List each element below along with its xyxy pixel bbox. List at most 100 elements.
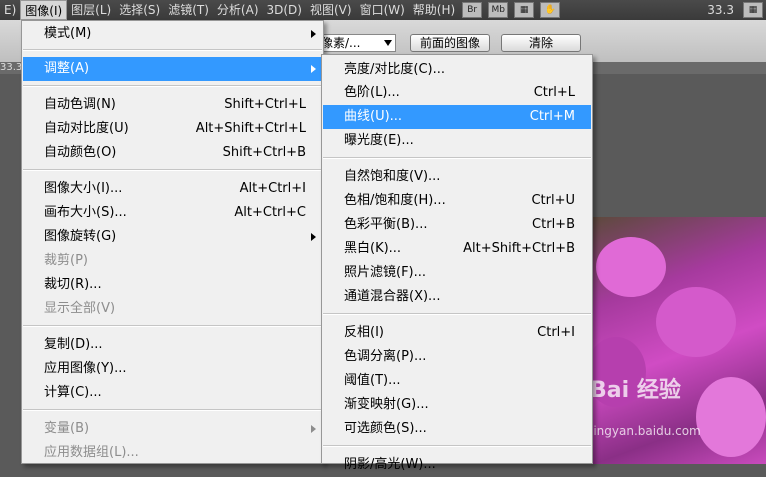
menu-item-invert[interactable]: 反相(I) Ctrl+I bbox=[323, 321, 591, 345]
menu-help[interactable]: 帮助(H) bbox=[409, 0, 459, 20]
menu-item-shortcut: Ctrl+I bbox=[537, 325, 575, 340]
menu-item-label: 可选颜色(S)... bbox=[344, 421, 427, 436]
sample-size-value: 像素/... bbox=[321, 36, 361, 50]
menu-item-black-white[interactable]: 黑白(K)... Alt+Shift+Ctrl+B bbox=[323, 237, 591, 261]
menu-item-label: 图像旋转(G) bbox=[44, 229, 117, 244]
menu-separator bbox=[23, 49, 322, 51]
menu-item-label: 照片滤镜(F)... bbox=[344, 265, 427, 280]
menu-item-gradient-map[interactable]: 渐变映射(G)... bbox=[323, 393, 591, 417]
menu-item-trim[interactable]: 裁切(R)... bbox=[23, 273, 322, 297]
submenu-arrow-icon bbox=[311, 65, 316, 73]
menu-item-selective-color[interactable]: 可选颜色(S)... bbox=[323, 417, 591, 441]
menu-view[interactable]: 视图(V) bbox=[306, 0, 356, 20]
menu-item-label: 色调分离(P)... bbox=[344, 349, 427, 364]
menu-layer[interactable]: 图层(L) bbox=[67, 0, 115, 20]
menu-select[interactable]: 选择(S) bbox=[115, 0, 164, 20]
clear-button[interactable]: 清除 bbox=[501, 34, 581, 52]
menu-item-shortcut: Alt+Ctrl+I bbox=[239, 181, 306, 196]
menu-item-label: 阈值(T)... bbox=[344, 373, 401, 388]
menu-item-exposure[interactable]: 曝光度(E)... bbox=[323, 129, 591, 153]
menu-item-label: 阴影/高光(W)... bbox=[344, 457, 436, 472]
menu-separator bbox=[323, 445, 591, 447]
menu-edit[interactable]: E) bbox=[0, 0, 20, 20]
menu-item-label: 黑白(K)... bbox=[344, 241, 402, 256]
arrange-documents-icon[interactable]: ▦ bbox=[743, 2, 763, 18]
menu-item-hue-saturation[interactable]: 色相/饱和度(H)... Ctrl+U bbox=[323, 189, 591, 213]
menu-item-canvas-size[interactable]: 画布大小(S)... Alt+Ctrl+C bbox=[23, 201, 322, 225]
menu-item-shortcut: Ctrl+M bbox=[529, 109, 575, 124]
zoom-level[interactable]: 33.3 bbox=[707, 3, 734, 17]
menu-item-shortcut: Shift+Ctrl+B bbox=[222, 145, 306, 160]
menu-item-label: 画布大小(S)... bbox=[44, 205, 127, 220]
watermark-url: jingyan.baidu.com bbox=[590, 424, 701, 438]
chevron-down-icon bbox=[384, 40, 392, 46]
menu-item-threshold[interactable]: 阈值(T)... bbox=[323, 369, 591, 393]
menu-item-shortcut: Ctrl+L bbox=[533, 85, 575, 100]
menu-3d[interactable]: 3D(D) bbox=[263, 0, 306, 20]
menu-item-label: 色阶(L)... bbox=[344, 85, 400, 100]
menu-item-label: 应用数据组(L)... bbox=[44, 445, 139, 460]
menu-window[interactable]: 窗口(W) bbox=[356, 0, 409, 20]
menu-item-label: 图像大小(I)... bbox=[44, 181, 123, 196]
watermark: Bai 经验 jingyan.baidu.com bbox=[590, 378, 760, 438]
menu-item-label: 裁切(R)... bbox=[44, 277, 102, 292]
menu-item-apply-data-set: 应用数据组(L)... bbox=[23, 441, 322, 465]
menu-separator bbox=[323, 313, 591, 315]
menu-item-label: 曲线(U)... bbox=[344, 109, 403, 124]
submenu-arrow-icon bbox=[311, 425, 316, 433]
menu-item-vibrance[interactable]: 自然饱和度(V)... bbox=[323, 165, 591, 189]
menu-item-mode[interactable]: 模式(M) bbox=[23, 22, 322, 46]
menu-item-brightness-contrast[interactable]: 亮度/对比度(C)... bbox=[323, 58, 591, 82]
menu-item-curves[interactable]: 曲线(U)... Ctrl+M bbox=[323, 105, 591, 129]
menu-item-label: 反相(I) bbox=[344, 325, 384, 340]
menu-item-auto-color[interactable]: 自动颜色(O) Shift+Ctrl+B bbox=[23, 141, 322, 165]
submenu-arrow-icon bbox=[311, 233, 316, 241]
menu-item-label: 显示全部(V) bbox=[44, 301, 116, 316]
menu-item-shortcut: Alt+Shift+Ctrl+B bbox=[463, 241, 575, 256]
menu-item-label: 变量(B) bbox=[44, 421, 90, 436]
menu-item-reveal-all: 显示全部(V) bbox=[23, 297, 322, 321]
front-image-button[interactable]: 前面的图像 bbox=[410, 34, 490, 52]
menu-item-shadows-highlights[interactable]: 阴影/高光(W)... bbox=[323, 453, 591, 477]
menu-item-label: 应用图像(Y)... bbox=[44, 361, 127, 376]
document-zoom-label: 33.3 bbox=[0, 62, 23, 73]
menu-item-label: 通道混合器(X)... bbox=[344, 289, 441, 304]
bridge-icon[interactable]: Br bbox=[462, 2, 483, 18]
watermark-brand: Bai 经验 bbox=[590, 378, 681, 403]
sample-size-select[interactable]: 像素/... bbox=[318, 34, 396, 52]
menu-item-variables: 变量(B) bbox=[23, 417, 322, 441]
flower-petal bbox=[596, 237, 666, 297]
menu-item-shortcut: Shift+Ctrl+L bbox=[224, 97, 306, 112]
menu-item-apply-image[interactable]: 应用图像(Y)... bbox=[23, 357, 322, 381]
menu-item-levels[interactable]: 色阶(L)... Ctrl+L bbox=[323, 81, 591, 105]
menu-analysis[interactable]: 分析(A) bbox=[213, 0, 263, 20]
menu-item-auto-contrast[interactable]: 自动对比度(U) Alt+Shift+Ctrl+L bbox=[23, 117, 322, 141]
menu-item-auto-tone[interactable]: 自动色调(N) Shift+Ctrl+L bbox=[23, 93, 322, 117]
menu-item-calculations[interactable]: 计算(C)... bbox=[23, 381, 322, 405]
menu-item-label: 模式(M) bbox=[44, 26, 92, 41]
menu-item-photo-filter[interactable]: 照片滤镜(F)... bbox=[323, 261, 591, 285]
menu-item-adjust[interactable]: 调整(A) bbox=[23, 57, 322, 81]
menu-item-image-size[interactable]: 图像大小(I)... Alt+Ctrl+I bbox=[23, 177, 322, 201]
mini-bridge-icon[interactable]: Mb bbox=[488, 2, 509, 18]
menu-item-color-balance[interactable]: 色彩平衡(B)... Ctrl+B bbox=[323, 213, 591, 237]
menu-image[interactable]: 图像(I) bbox=[20, 0, 68, 20]
menu-separator bbox=[23, 169, 322, 171]
menu-item-label: 自动颜色(O) bbox=[44, 145, 117, 160]
menu-separator bbox=[323, 157, 591, 159]
menu-item-label: 渐变映射(G)... bbox=[344, 397, 429, 412]
menu-item-label: 自动色调(N) bbox=[44, 97, 116, 112]
menu-item-label: 自动对比度(U) bbox=[44, 121, 129, 136]
menu-item-shortcut: Ctrl+U bbox=[531, 193, 575, 208]
menu-item-duplicate[interactable]: 复制(D)... bbox=[23, 333, 322, 357]
adjustments-submenu: 亮度/对比度(C)... 色阶(L)... Ctrl+L 曲线(U)... Ct… bbox=[321, 54, 593, 472]
film-strip-icon[interactable]: ▦ bbox=[514, 2, 535, 18]
menu-item-label: 调整(A) bbox=[44, 61, 90, 76]
hand-tool-icon[interactable]: ✋ bbox=[540, 2, 561, 18]
menu-item-image-rotation[interactable]: 图像旋转(G) bbox=[23, 225, 322, 249]
menu-item-channel-mixer[interactable]: 通道混合器(X)... bbox=[323, 285, 591, 309]
menu-filter[interactable]: 滤镜(T) bbox=[164, 0, 213, 20]
menu-item-posterize[interactable]: 色调分离(P)... bbox=[323, 345, 591, 369]
menu-item-label: 亮度/对比度(C)... bbox=[344, 62, 445, 77]
menu-item-label: 裁剪(P) bbox=[44, 253, 88, 268]
